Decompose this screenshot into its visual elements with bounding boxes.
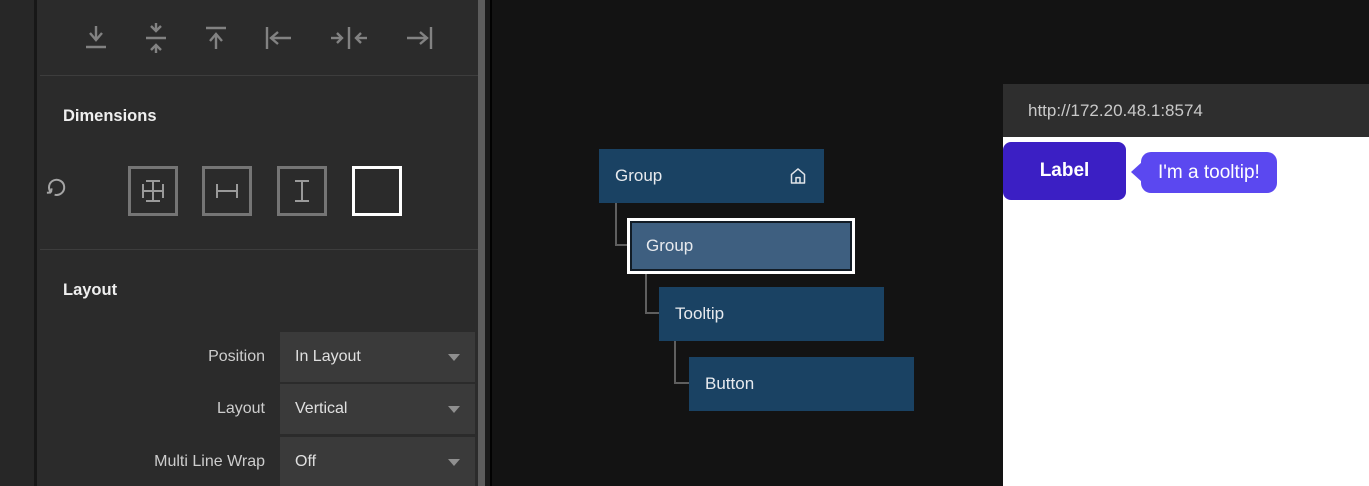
rotate-ccw-icon[interactable]	[45, 176, 67, 198]
chevron-down-icon	[448, 459, 460, 466]
browser-url-bar[interactable]: http://172.20.48.1:8574	[1003, 84, 1369, 137]
home-icon	[788, 166, 808, 186]
alignment-toolbar	[40, 0, 478, 76]
preview-browser-window: http://172.20.48.1:8574 Label I'm a tool…	[1003, 84, 1369, 486]
tree-connector	[615, 203, 627, 246]
position-value: In Layout	[295, 348, 448, 366]
size-mode-fixed-button[interactable]	[352, 166, 402, 216]
align-left-icon[interactable]	[263, 24, 295, 52]
preview-viewport: Label I'm a tooltip!	[1003, 137, 1369, 486]
tree-connector	[674, 341, 689, 384]
multi-line-wrap-dropdown[interactable]: Off	[280, 437, 475, 486]
center-vertical-icon[interactable]	[143, 21, 169, 55]
tooltip-arrow	[1131, 162, 1142, 182]
align-top-icon[interactable]	[203, 23, 229, 53]
tree-node-group-root[interactable]: Group	[599, 149, 824, 203]
section-divider	[40, 249, 478, 250]
tree-node-group-selected[interactable]: Group	[627, 218, 855, 274]
panel-left-gutter	[0, 0, 37, 486]
tree-node-button[interactable]: Button	[689, 357, 914, 411]
chevron-down-icon	[448, 406, 460, 413]
chevron-down-icon	[448, 354, 460, 361]
tree-node-tooltip[interactable]: Tooltip	[659, 287, 884, 341]
align-bottom-icon[interactable]	[83, 23, 109, 53]
tree-node-label: Tooltip	[675, 304, 724, 324]
position-dropdown[interactable]: In Layout	[280, 332, 475, 382]
tree-node-label: Group	[646, 236, 693, 256]
size-mode-fill-both-button[interactable]	[128, 166, 178, 216]
app-window: Dimensions Layout Position In Layout Lay…	[0, 0, 1369, 486]
multi-line-wrap-label: Multi Line Wrap	[40, 437, 265, 486]
url-text: http://172.20.48.1:8574	[1028, 101, 1203, 121]
center-horizontal-icon[interactable]	[329, 24, 369, 52]
tooltip-text: I'm a tooltip!	[1158, 162, 1260, 184]
size-mode-fill-height-button[interactable]	[277, 166, 327, 216]
layout-label: Layout	[40, 384, 265, 434]
position-label: Position	[40, 332, 265, 382]
tree-node-label: Button	[705, 374, 754, 394]
layout-dropdown[interactable]: Vertical	[280, 384, 475, 434]
tree-connector	[645, 274, 659, 314]
align-right-icon[interactable]	[403, 24, 435, 52]
layout-value: Vertical	[295, 400, 448, 418]
tooltip-bubble: I'm a tooltip!	[1141, 152, 1277, 193]
properties-panel: Dimensions Layout Position In Layout Lay…	[0, 0, 490, 486]
panel-scrollbar[interactable]	[478, 0, 485, 486]
size-mode-fill-width-button[interactable]	[202, 166, 252, 216]
dimensions-section-title: Dimensions	[63, 107, 157, 126]
layout-section-title: Layout	[63, 281, 117, 300]
tree-node-label: Group	[615, 166, 662, 186]
label-button[interactable]: Label	[1003, 142, 1126, 200]
multi-line-wrap-value: Off	[295, 453, 448, 471]
